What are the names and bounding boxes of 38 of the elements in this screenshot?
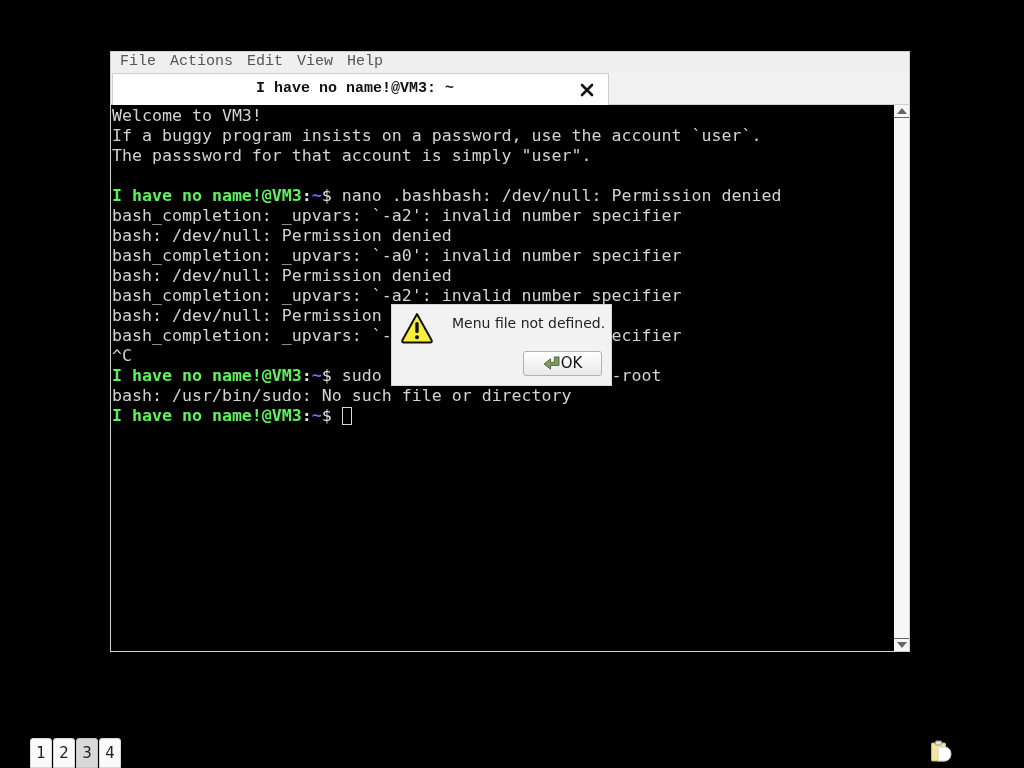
terminal-line: bash_completion: _upvars: `-a2': invalid number specifier [112,206,682,226]
terminal-line: bash_completion: _upvars: `-a2': invalid number specifier [112,286,682,306]
workspace-button[interactable]: 1 [30,738,52,768]
menu-item[interactable]: Actions [163,52,241,72]
prompt-line: I have no name!@VM3:~$ nano .bashbash: /dev/null: Permission denied [112,186,782,206]
terminal-line: bash: /dev/null: Permission [112,306,382,326]
tab-title: I have no name!@VM3: ~ [254,79,455,100]
menu-item[interactable]: Help [340,52,391,72]
ok-button[interactable]: OK [523,351,602,376]
terminal-line: bash_completion: _upvars: `-a0': invalid number specifier [112,246,682,266]
prompt-line: I have no name!@VM3:~$ [112,406,332,426]
terminal-line: The passsword for that account is simply "user". [112,146,592,166]
triangle-up-icon [896,108,907,114]
workspace-button[interactable]: 4 [99,738,121,768]
terminal-text: -root [611,366,662,386]
terminal-line: bash_completion: _upvars: `- [112,326,392,346]
terminal-line: ^C [112,346,132,366]
terminal-line: bash: /dev/null: Permission denied [112,226,452,246]
menu-item[interactable]: View [290,52,341,72]
warning-icon [401,312,433,344]
close-icon [580,82,594,97]
terminal-text: ecifier [611,326,682,346]
terminal-line: bash: /dev/null: Permission denied [112,266,452,286]
menu-item[interactable]: File [113,52,163,72]
terminal-tab[interactable]: I have no name!@VM3: ~ [112,73,609,105]
terminal-line: bash: /usr/bin/sudo: No such file or directory [112,386,572,406]
prompt-line: I have no name!@VM3:~$ sudo [112,366,382,386]
dialog-message: Menu file not defined. [452,314,606,333]
triangle-down-icon [896,642,907,648]
return-arrow-icon [542,356,560,371]
menu-item[interactable]: Edit [240,52,291,72]
close-tab-button[interactable] [579,81,595,98]
scrollbar[interactable] [894,105,909,651]
terminal-line: If a buggy program insists on a password, use the account `user`. [112,126,762,146]
workspace-button[interactable]: 3 [76,738,98,768]
workspace-button[interactable]: 2 [53,738,75,768]
clipboard-icon[interactable] [930,740,952,762]
terminal-line: Welcome to VM3! [112,106,262,126]
